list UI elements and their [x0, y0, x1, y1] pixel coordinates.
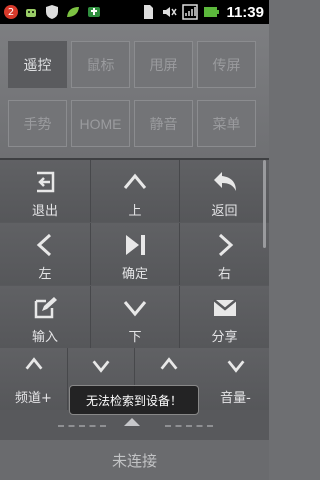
status-bar: 2 11:39 [0, 0, 269, 24]
tab-gesture[interactable]: 手势 [8, 100, 67, 147]
down-button[interactable]: 下 [91, 286, 180, 348]
tab-menu[interactable]: 菜单 [197, 100, 256, 147]
left-label: 左 [38, 267, 52, 282]
drawer-handle-icon[interactable] [124, 418, 140, 426]
exit-icon [37, 171, 55, 193]
play-pause-icon [126, 235, 145, 255]
chevron-up-icon [123, 173, 147, 189]
android-icon [26, 9, 36, 17]
tab-fling-screen[interactable]: 甩屏 [134, 41, 193, 88]
leaf-icon [67, 7, 79, 17]
share-button[interactable]: 分享 [180, 286, 269, 348]
left-button[interactable]: 左 [0, 223, 91, 285]
mute-icon [163, 7, 178, 17]
notification-count-badge: 2 [4, 5, 18, 19]
tab-area: 遥控 鼠标 甩屏 传屏 手势 HOME 静音 菜单 [0, 24, 269, 158]
signal-icon [182, 4, 199, 20]
toast-message: 无法检索到设备！ [69, 385, 199, 415]
share-label: 分享 [211, 330, 238, 345]
battery-icon [204, 7, 220, 17]
tab-row-primary: 遥控 鼠标 甩屏 传屏 [8, 41, 256, 88]
channel-up-label: 频道+ [15, 391, 52, 406]
return-label: 返回 [211, 204, 238, 219]
cart-icon [88, 7, 100, 17]
tab-mouse[interactable]: 鼠标 [71, 41, 130, 88]
channel-up-button[interactable]: 频道+ [0, 348, 68, 410]
right-button[interactable]: 右 [180, 223, 269, 285]
sd-card-icon [144, 5, 154, 19]
volume-down-label: 音量- [220, 391, 251, 406]
chevron-up-icon [160, 357, 177, 370]
right-label: 右 [217, 267, 231, 282]
edit-icon [34, 297, 57, 319]
up-button[interactable]: 上 [91, 160, 180, 222]
up-label: 上 [128, 204, 142, 219]
tab-row-secondary: 手势 HOME 静音 菜单 [8, 100, 256, 147]
tab-mute[interactable]: 静音 [134, 100, 193, 147]
tab-cast-screen[interactable]: 传屏 [197, 41, 256, 88]
ok-label: 确定 [121, 267, 148, 282]
input-button[interactable]: 输入 [0, 286, 91, 348]
exit-button[interactable]: 退出 [0, 160, 91, 222]
clock: 11:39 [226, 3, 264, 21]
input-label: 输入 [31, 330, 58, 345]
envelope-icon [212, 299, 237, 316]
reply-arrow-icon [213, 172, 236, 191]
chevron-up-icon [25, 357, 42, 370]
down-label: 下 [128, 330, 142, 345]
shield-icon [46, 5, 58, 19]
dashed-line-left [58, 425, 106, 427]
remote-pad: 退出 上 返回 左 确定 右 输入 下 分享 [0, 160, 269, 348]
chevron-down-icon [123, 301, 147, 317]
ok-button[interactable]: 确定 [91, 223, 180, 285]
tab-home[interactable]: HOME [71, 100, 130, 147]
chevron-right-icon [218, 233, 233, 257]
exit-label: 退出 [31, 204, 58, 219]
volume-down-button[interactable]: 音量- [202, 348, 269, 410]
chevron-left-icon [36, 233, 52, 257]
dashed-line-right [165, 425, 213, 427]
chevron-down-icon [227, 360, 244, 373]
tab-remote[interactable]: 遥控 [8, 41, 67, 88]
return-button[interactable]: 返回 [180, 160, 269, 222]
connection-status[interactable]: 未连接 [0, 440, 269, 480]
scrollbar[interactable] [263, 160, 266, 248]
chevron-down-icon [92, 360, 110, 373]
